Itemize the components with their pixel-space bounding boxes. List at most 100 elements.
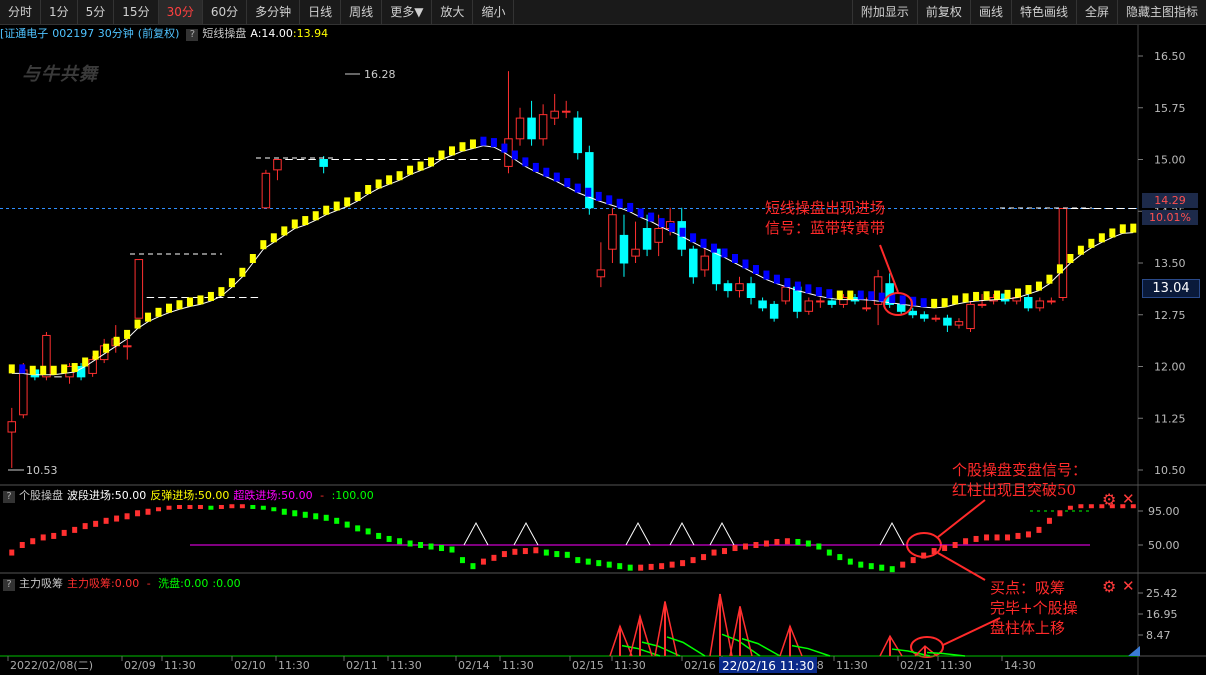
osc-bar	[156, 507, 162, 512]
price-axis-label: 13.50	[1154, 257, 1186, 270]
rebound-entry-label: 反弹进场:50.00	[150, 489, 230, 502]
ma-band-block	[962, 293, 969, 303]
osc-bar	[774, 538, 780, 545]
toolbar-button[interactable]: 日线	[300, 0, 342, 24]
ma-band-block	[8, 364, 15, 374]
price-axis-label: 11.25	[1154, 412, 1186, 425]
osc-bar	[690, 557, 696, 564]
panel3-name[interactable]: 主力吸筹	[19, 577, 63, 590]
toolbar-button[interactable]: 更多▼	[382, 0, 433, 24]
osc-bar	[858, 561, 864, 568]
ma-band-block	[207, 291, 214, 301]
osc-bar	[805, 540, 811, 547]
ma-band-block	[773, 274, 780, 284]
candle-body	[816, 300, 825, 303]
wash-label: 洗盘:0.00	[158, 577, 209, 590]
display-buttons: 附加显示 前复权 画线 特色画线 全屏 隐藏主图指标	[851, 0, 1206, 24]
ma-band-block	[50, 365, 57, 375]
ma-band-block	[805, 284, 812, 294]
candle-body	[746, 283, 756, 299]
ma-band-block	[994, 290, 1001, 300]
osc-bar	[753, 542, 759, 548]
osc-bar	[596, 560, 602, 567]
time-axis-label: 11:30	[278, 659, 310, 672]
toolbar-button[interactable]: 附加显示	[851, 0, 917, 24]
toolbar-button[interactable]: 30分	[158, 0, 203, 24]
indicator-name[interactable]: 短线操盘	[202, 27, 246, 40]
dash-label: -	[143, 577, 155, 590]
toolbar-button[interactable]: 60分	[203, 0, 248, 24]
toolbar-button[interactable]: 5分	[78, 0, 115, 24]
panel2-settings-icon[interactable]: ⚙	[1102, 490, 1116, 509]
toolbar-button[interactable]: 前复权	[916, 0, 970, 24]
candle-body	[1035, 300, 1045, 309]
help-icon[interactable]: ?	[3, 579, 15, 591]
last-price-tag: 14.29	[1142, 193, 1198, 208]
candle-body	[573, 117, 583, 154]
osc-bar	[564, 551, 570, 558]
ma-band-block	[228, 278, 235, 288]
osc-bar	[470, 563, 476, 570]
accum-axis-label: 16.95	[1146, 608, 1178, 621]
osc-bar	[61, 529, 67, 536]
time-axis-label: 11:30	[940, 659, 972, 672]
time-axis-label: 02/14	[458, 659, 490, 672]
candle-body	[619, 234, 629, 264]
annotation-line: 个股操盘变盘信号：	[952, 461, 1088, 479]
candle-body	[1047, 300, 1056, 303]
stock-name[interactable]: [证通电子	[0, 27, 48, 40]
ma-band-block	[1046, 274, 1053, 284]
candle-body	[1024, 297, 1033, 309]
toolbar-button[interactable]: 多分钟	[247, 0, 301, 24]
toolbar-button[interactable]: 画线	[969, 0, 1011, 24]
toolbar-button[interactable]: 分时	[0, 0, 42, 24]
candle-body	[723, 283, 733, 292]
osc-bar	[459, 557, 465, 564]
ma-band-block	[312, 211, 319, 221]
candle-body	[19, 369, 28, 416]
toolbar-button[interactable]: 周线	[341, 0, 383, 24]
osc-bar	[533, 547, 539, 554]
ma-band-block	[165, 303, 172, 313]
signal-triangle	[709, 521, 735, 546]
candle-body	[550, 110, 559, 119]
panel2-close-icon[interactable]: ✕	[1122, 490, 1135, 508]
osc-bar	[449, 546, 455, 553]
candle-body	[896, 303, 906, 312]
osc-bar	[994, 534, 1000, 541]
panel3-close-icon[interactable]: ✕	[1122, 577, 1135, 595]
ma-band-block	[763, 270, 770, 280]
ma-band-block	[1035, 281, 1042, 291]
osc-bar	[763, 540, 769, 547]
annotation-stock-signal: 个股操盘变盘信号： 红柱出现且突破50	[952, 460, 1087, 500]
candle-body	[689, 248, 698, 278]
indicator-a-value: :13.94	[292, 27, 329, 40]
help-icon[interactable]: ?	[3, 491, 15, 503]
osc-bar	[124, 513, 130, 520]
annotation-arrow	[937, 552, 986, 581]
candle-body	[908, 310, 918, 316]
panel2-value: :100.00	[331, 489, 374, 502]
toolbar-button[interactable]: 特色画线	[1010, 0, 1076, 24]
toolbar-button[interactable]: 隐藏主图指标	[1116, 0, 1206, 24]
panel3-settings-icon[interactable]: ⚙	[1102, 577, 1116, 596]
toolbar-button[interactable]: 缩小	[473, 0, 515, 24]
osc-bar	[1088, 504, 1094, 509]
ma-band-block	[836, 290, 843, 300]
toolbar-button[interactable]: 全屏	[1075, 0, 1117, 24]
panel2-name[interactable]: 个股操盘	[19, 489, 63, 502]
time-axis-label: 02/16	[684, 659, 716, 672]
ma-band-block	[532, 162, 539, 172]
ma-band-block	[815, 287, 822, 297]
osc-axis-label: 50.00	[1148, 539, 1180, 552]
crosshair-time-label: 22/02/16 11:30	[722, 659, 814, 673]
osc-bar	[1025, 531, 1031, 538]
ma-band-block	[1109, 228, 1116, 238]
toolbar-button[interactable]: 15分	[114, 0, 159, 24]
toolbar-button[interactable]: 1分	[41, 0, 78, 24]
help-icon[interactable]: ?	[186, 29, 199, 41]
ma-band-block	[595, 191, 602, 201]
chart-canvas[interactable]: 16.5015.7515.0014.2513.5012.7512.0011.25…	[0, 0, 1206, 675]
toolbar-button[interactable]: 放大	[432, 0, 474, 24]
time-axis-label: 02/15	[572, 659, 604, 672]
